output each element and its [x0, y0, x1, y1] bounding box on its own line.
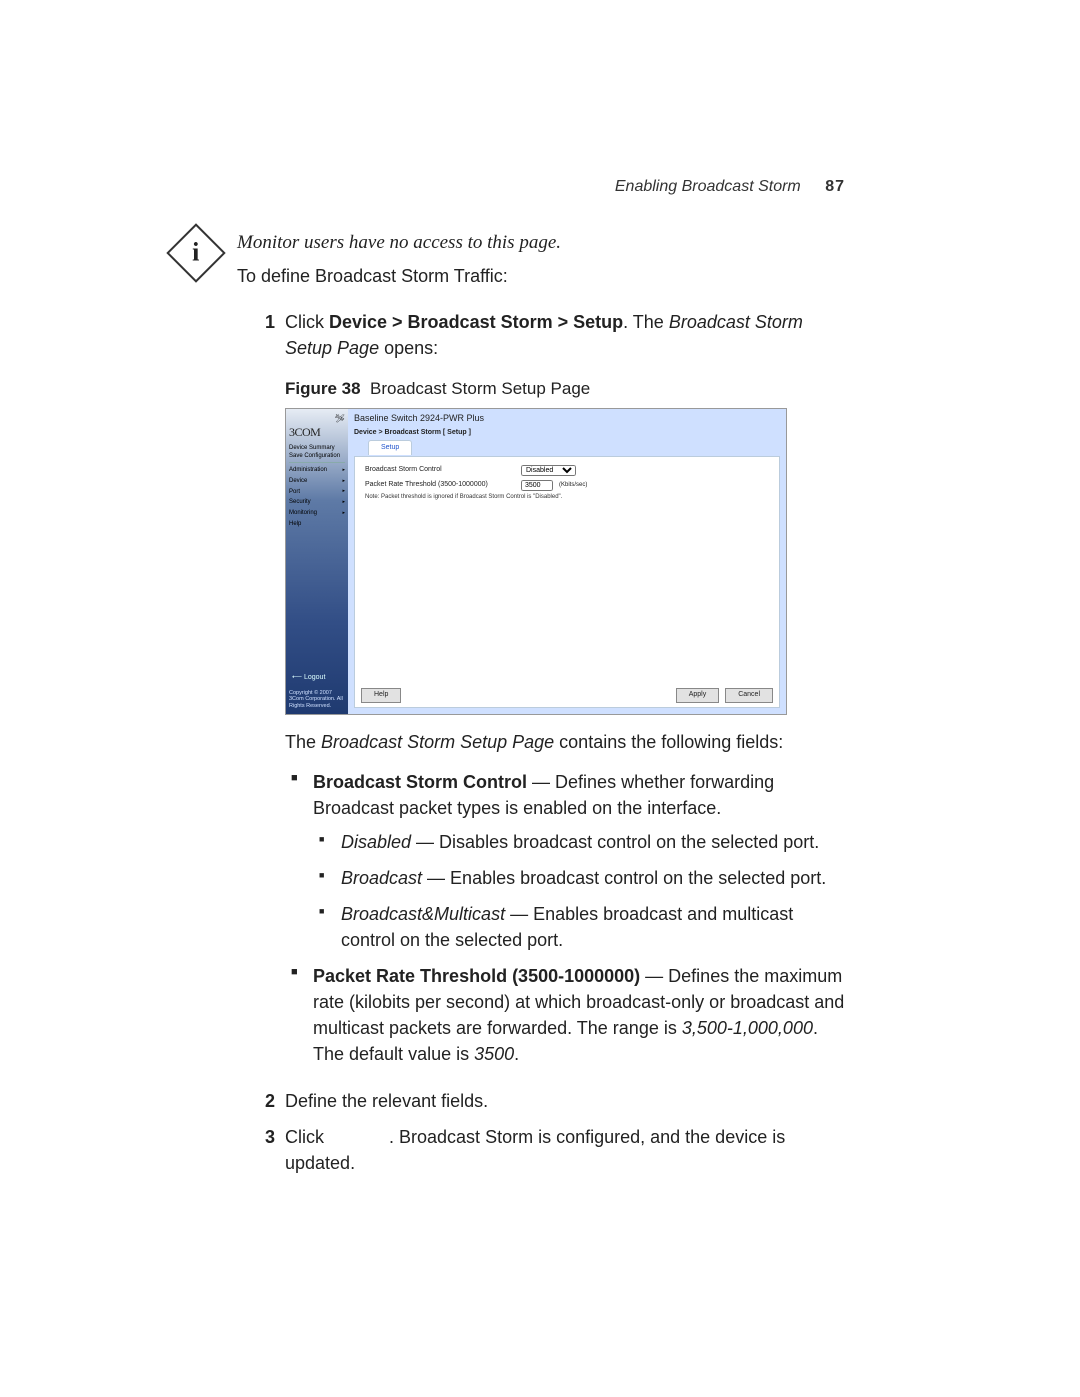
- sidebar-item-administration[interactable]: Administration▸: [289, 465, 345, 476]
- field-thr: Packet Rate Threshold (3500-1000000) — D…: [313, 963, 845, 1067]
- tab-setup[interactable]: Setup: [368, 440, 412, 455]
- bsc-label: Broadcast Storm Control: [365, 465, 515, 475]
- thr-unit: (Kbits/sec): [559, 481, 587, 490]
- step-2: 2 Define the relevant fields.: [255, 1088, 845, 1114]
- step-1: 1 Click Device > Broadcast Storm > Setup…: [255, 309, 845, 1078]
- mock-logo: 3COM: [289, 424, 345, 441]
- mock-copyright: Copyright © 2007 3Com Corporation. All R…: [289, 690, 345, 710]
- menu-path: Device > Broadcast Storm > Setup: [329, 312, 623, 332]
- header-section: Enabling Broadcast Storm: [615, 178, 801, 195]
- step-3: 3 Click . Broadcast Storm is configured,…: [255, 1124, 845, 1176]
- mock-form-note: Note: Packet threshold is ignored if Bro…: [355, 493, 779, 502]
- opt-broadcast: Broadcast — Enables broadcast control on…: [341, 865, 845, 891]
- thr-input[interactable]: [521, 480, 553, 491]
- mock-sidebar: 🛩 3COM Device Summary Save Configuration…: [286, 409, 348, 714]
- sidebar-item-help[interactable]: Help: [289, 519, 345, 530]
- sidebar-item-security[interactable]: Security▸: [289, 497, 345, 508]
- thr-label: Packet Rate Threshold (3500-1000000): [365, 480, 515, 490]
- opt-broadcast-multicast: Broadcast&Multicast — Enables broadcast …: [341, 901, 845, 953]
- bsc-select[interactable]: Disabled: [521, 465, 576, 476]
- field-bsc: Broadcast Storm Control — Defines whethe…: [313, 769, 845, 954]
- step-number: 2: [255, 1088, 275, 1114]
- step3-blank: [329, 1127, 389, 1147]
- opt-disabled: Disabled — Disables broadcast control on…: [341, 829, 845, 855]
- help-button[interactable]: Help: [361, 688, 401, 702]
- monitor-note: Monitor users have no access to this pag…: [237, 230, 561, 257]
- intro-text: To define Broadcast Storm Traffic:: [237, 263, 561, 289]
- header-page-number: 87: [825, 178, 845, 195]
- sidebar-device-summary[interactable]: Device Summary: [289, 444, 345, 452]
- logout-link[interactable]: ⟵ Logout: [292, 673, 325, 683]
- cancel-button[interactable]: Cancel: [725, 688, 773, 702]
- apply-button[interactable]: Apply: [676, 688, 720, 702]
- screenshot-mock: 🛩 3COM Device Summary Save Configuration…: [285, 408, 787, 715]
- sidebar-item-port[interactable]: Port▸: [289, 487, 345, 498]
- page-header: Enabling Broadcast Storm 87: [615, 178, 845, 196]
- mock-breadcrumb: Device > Broadcast Storm [ Setup ]: [348, 428, 786, 441]
- sidebar-item-monitoring[interactable]: Monitoring▸: [289, 508, 345, 519]
- sidebar-save-config[interactable]: Save Configuration: [289, 452, 345, 460]
- step-number: 1: [255, 309, 275, 1078]
- mock-title: Baseline Switch 2924-PWR Plus: [348, 409, 786, 428]
- info-icon: i: [166, 223, 225, 282]
- step-number: 3: [255, 1124, 275, 1176]
- sidebar-item-device[interactable]: Device▸: [289, 476, 345, 487]
- fields-lead: The Broadcast Storm Setup Page contains …: [285, 729, 845, 755]
- figure-caption: Figure 38 Broadcast Storm Setup Page: [285, 377, 845, 402]
